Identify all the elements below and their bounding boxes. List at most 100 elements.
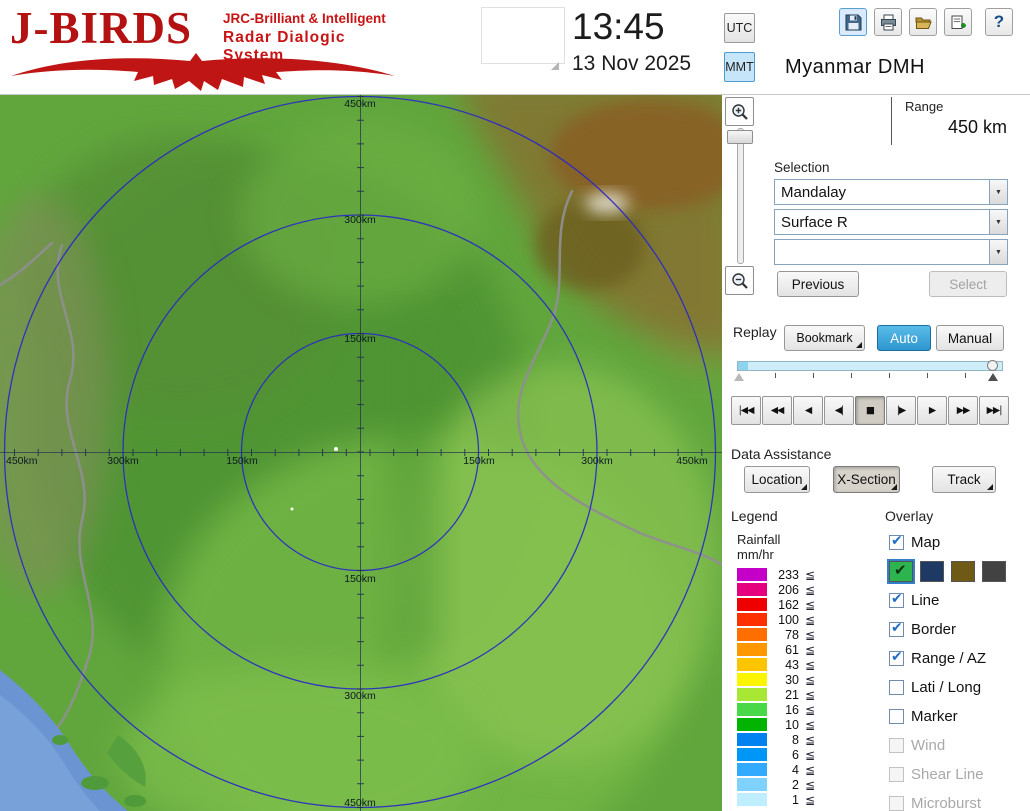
timeline-track[interactable]: [737, 361, 1003, 371]
legend-row: 21≦: [737, 687, 815, 702]
skip-to-start-button[interactable]: |◀◀: [731, 396, 761, 425]
timeline-track-cap: [738, 362, 748, 370]
svg-text:150km: 150km: [344, 573, 376, 585]
previous-button[interactable]: Previous: [777, 271, 859, 297]
legend-value: 61: [771, 643, 799, 657]
overlay-item-line[interactable]: ✔ Line: [889, 589, 1029, 611]
help-button[interactable]: ?: [985, 8, 1013, 36]
marker-checkbox[interactable]: [889, 709, 904, 724]
legend-swatch: [737, 643, 767, 656]
overlay-item-label: Map: [911, 534, 940, 551]
legend-row: 8≦: [737, 732, 815, 747]
timeline-tick: [889, 373, 890, 378]
step-forward-button[interactable]: |▶: [886, 396, 916, 425]
utc-button[interactable]: UTC: [724, 13, 755, 43]
export-button[interactable]: [944, 8, 972, 36]
track-button-label: Track: [947, 472, 980, 487]
help-icon: ?: [994, 12, 1004, 32]
legend-swatch: [737, 748, 767, 761]
play-reverse-button[interactable]: ◀: [793, 396, 823, 425]
option-dropdown[interactable]: ▼: [774, 239, 1008, 265]
overlay-item-marker[interactable]: Marker: [889, 705, 1029, 727]
product-dropdown[interactable]: Surface R ▼: [774, 209, 1008, 235]
svg-text:450km: 450km: [344, 797, 376, 809]
replay-timeline-slider[interactable]: [737, 360, 1003, 382]
legend-operator: ≦: [805, 703, 815, 717]
map-checkbox[interactable]: ✔: [889, 535, 904, 550]
skip-to-end-button[interactable]: ▶▶|: [979, 396, 1009, 425]
open-folder-button[interactable]: [909, 8, 937, 36]
svg-text:300km: 300km: [107, 455, 139, 467]
svg-text:150km: 150km: [344, 333, 376, 345]
overlay-item-shear-line: Shear Line: [889, 763, 1029, 785]
print-button[interactable]: [874, 8, 902, 36]
site-dropdown[interactable]: Mandalay ▼: [774, 179, 1008, 205]
legend-row: 233≦: [737, 567, 815, 582]
legend-operator: ≦: [805, 778, 815, 792]
map-style-dark-navy[interactable]: [920, 561, 944, 582]
overlay-item-map[interactable]: ✔ Map: [889, 531, 1029, 553]
legend-swatch: [737, 793, 767, 806]
zoom-slider[interactable]: [737, 128, 744, 264]
manual-mode-button[interactable]: Manual: [936, 325, 1004, 351]
zoom-slider-thumb[interactable]: [727, 130, 753, 144]
clock-time: 13:45: [572, 6, 665, 48]
track-button[interactable]: Track: [932, 466, 996, 493]
replay-label: Replay: [733, 324, 777, 340]
legend-value: 6: [771, 748, 799, 762]
auto-mode-button[interactable]: Auto: [877, 325, 931, 351]
dropdown-button[interactable]: ▼: [989, 180, 1007, 204]
fast-rewind-button[interactable]: ◀◀: [762, 396, 792, 425]
range-az-checkbox[interactable]: ✔: [889, 651, 904, 666]
dropdown-button[interactable]: ▼: [989, 210, 1007, 234]
overlay-item-label: Border: [911, 621, 956, 638]
save-button[interactable]: [839, 8, 867, 36]
overlay-label: Overlay: [885, 508, 933, 524]
logo-subtitle-1: JRC-Brilliant & Intelligent: [223, 11, 386, 26]
zoom-in-button[interactable]: [725, 97, 754, 126]
submenu-corner-icon: [891, 484, 897, 490]
dropdown-button[interactable]: ▼: [989, 240, 1007, 264]
legend-operator: ≦: [805, 733, 815, 747]
x-section-button[interactable]: X-Section: [833, 466, 900, 493]
bookmark-button[interactable]: Bookmark: [784, 325, 865, 351]
option-dropdown-value: [775, 240, 989, 264]
legend-swatch: [737, 658, 767, 671]
legend-title-units: mm/hr: [737, 547, 774, 562]
mmt-button[interactable]: MMT: [724, 52, 755, 82]
map-style-dark-gray[interactable]: [982, 561, 1006, 582]
legend-row: 206≦: [737, 582, 815, 597]
location-button[interactable]: Location: [744, 466, 810, 493]
radar-map-display[interactable]: 450km 300km 150km 150km 300km 450km 450k…: [0, 95, 722, 811]
svg-text:150km: 150km: [463, 455, 495, 467]
svg-text:450km: 450km: [676, 455, 708, 467]
range-value: 450 km: [880, 117, 1007, 138]
play-button[interactable]: ▶: [917, 396, 947, 425]
overlay-item-label: Marker: [911, 708, 958, 725]
svg-text:300km: 300km: [581, 455, 613, 467]
timeline-position-marker-icon[interactable]: [988, 373, 998, 381]
legend-row: 6≦: [737, 747, 815, 762]
fast-forward-button[interactable]: ▶▶: [948, 396, 978, 425]
zoom-out-button[interactable]: [725, 266, 754, 295]
legend-operator: ≦: [805, 568, 815, 582]
shear-line-checkbox: [889, 767, 904, 782]
overlay-item-lati-long[interactable]: Lati / Long: [889, 676, 1029, 698]
legend-row: 1≦: [737, 792, 815, 807]
step-back-button[interactable]: ◀|: [824, 396, 854, 425]
map-style-olive[interactable]: [951, 561, 975, 582]
check-icon: ✔: [894, 561, 907, 579]
stop-button[interactable]: ■: [855, 396, 885, 425]
overlay-item-wind: Wind: [889, 734, 1029, 756]
legend-value: 10: [771, 718, 799, 732]
overlay-item-range-az[interactable]: ✔ Range / AZ: [889, 647, 1029, 669]
line-checkbox[interactable]: ✔: [889, 593, 904, 608]
legend-value: 16: [771, 703, 799, 717]
j-birds-logo: J-BIRDS JRC-Brilliant & Intelligent Rada…: [8, 2, 408, 94]
overlay-item-border[interactable]: ✔ Border: [889, 618, 1029, 640]
map-style-terrain-green[interactable]: ✔: [889, 561, 913, 582]
border-checkbox[interactable]: ✔: [889, 622, 904, 637]
timeline-thumb[interactable]: [987, 360, 998, 371]
lati-long-checkbox[interactable]: [889, 680, 904, 695]
legend-value: 1: [771, 793, 799, 807]
